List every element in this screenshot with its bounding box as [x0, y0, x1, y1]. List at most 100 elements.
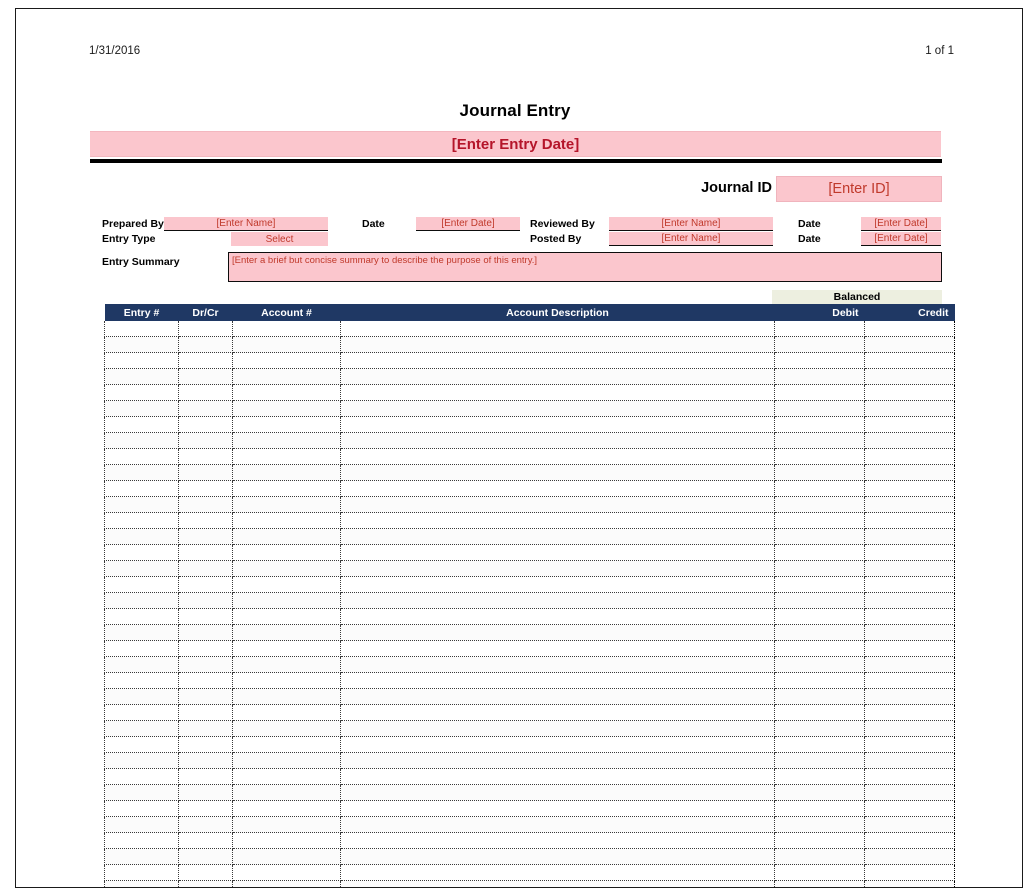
cell-entry-number[interactable]	[105, 769, 179, 785]
cell-entry-number[interactable]	[105, 721, 179, 737]
posted-by-input[interactable]: [Enter Name]	[609, 232, 773, 246]
cell-account-description[interactable]	[341, 401, 775, 417]
cell-dr-cr[interactable]	[179, 753, 233, 769]
cell-account-number[interactable]	[233, 689, 341, 705]
cell-credit[interactable]	[865, 849, 955, 865]
cell-account-number[interactable]	[233, 801, 341, 817]
cell-debit[interactable]	[775, 705, 865, 721]
column-header-dr-cr[interactable]: Dr/Cr	[179, 304, 233, 321]
cell-dr-cr[interactable]	[179, 465, 233, 481]
cell-account-number[interactable]	[233, 673, 341, 689]
cell-debit[interactable]	[775, 833, 865, 849]
cell-credit[interactable]	[865, 481, 955, 497]
cell-dr-cr[interactable]	[179, 817, 233, 833]
cell-entry-number[interactable]	[105, 801, 179, 817]
cell-credit[interactable]	[865, 609, 955, 625]
cell-account-number[interactable]	[233, 417, 341, 433]
cell-dr-cr[interactable]	[179, 641, 233, 657]
cell-entry-number[interactable]	[105, 657, 179, 673]
reviewed-by-input[interactable]: [Enter Name]	[609, 217, 773, 231]
cell-entry-number[interactable]	[105, 417, 179, 433]
cell-dr-cr[interactable]	[179, 481, 233, 497]
cell-debit[interactable]	[775, 513, 865, 529]
cell-account-description[interactable]	[341, 865, 775, 881]
cell-account-description[interactable]	[341, 385, 775, 401]
cell-credit[interactable]	[865, 657, 955, 673]
cell-dr-cr[interactable]	[179, 529, 233, 545]
cell-credit[interactable]	[865, 321, 955, 337]
cell-account-description[interactable]	[341, 513, 775, 529]
cell-debit[interactable]	[775, 561, 865, 577]
cell-dr-cr[interactable]	[179, 433, 233, 449]
cell-dr-cr[interactable]	[179, 721, 233, 737]
cell-entry-number[interactable]	[105, 689, 179, 705]
cell-account-number[interactable]	[233, 721, 341, 737]
cell-credit[interactable]	[865, 721, 955, 737]
cell-entry-number[interactable]	[105, 513, 179, 529]
cell-account-description[interactable]	[341, 625, 775, 641]
cell-debit[interactable]	[775, 449, 865, 465]
cell-account-number[interactable]	[233, 865, 341, 881]
cell-dr-cr[interactable]	[179, 337, 233, 353]
cell-entry-number[interactable]	[105, 497, 179, 513]
cell-entry-number[interactable]	[105, 465, 179, 481]
cell-account-number[interactable]	[233, 353, 341, 369]
cell-entry-number[interactable]	[105, 561, 179, 577]
cell-account-description[interactable]	[341, 705, 775, 721]
cell-debit[interactable]	[775, 689, 865, 705]
cell-account-number[interactable]	[233, 385, 341, 401]
cell-account-number[interactable]	[233, 449, 341, 465]
entry-date-field[interactable]: [Enter Entry Date]	[90, 131, 941, 157]
cell-dr-cr[interactable]	[179, 737, 233, 753]
cell-credit[interactable]	[865, 833, 955, 849]
cell-account-number[interactable]	[233, 529, 341, 545]
entry-type-select[interactable]: Select	[231, 232, 328, 246]
cell-entry-number[interactable]	[105, 449, 179, 465]
cell-entry-number[interactable]	[105, 833, 179, 849]
cell-account-description[interactable]	[341, 593, 775, 609]
cell-credit[interactable]	[865, 753, 955, 769]
cell-dr-cr[interactable]	[179, 401, 233, 417]
cell-dr-cr[interactable]	[179, 577, 233, 593]
cell-debit[interactable]	[775, 337, 865, 353]
column-header-entry-number[interactable]: Entry #	[105, 304, 179, 321]
cell-account-number[interactable]	[233, 465, 341, 481]
cell-account-number[interactable]	[233, 625, 341, 641]
cell-debit[interactable]	[775, 657, 865, 673]
cell-dr-cr[interactable]	[179, 673, 233, 689]
cell-debit[interactable]	[775, 577, 865, 593]
cell-credit[interactable]	[865, 769, 955, 785]
column-header-account-number[interactable]: Account #	[233, 304, 341, 321]
cell-dr-cr[interactable]	[179, 849, 233, 865]
cell-debit[interactable]	[775, 673, 865, 689]
cell-account-number[interactable]	[233, 369, 341, 385]
cell-entry-number[interactable]	[105, 705, 179, 721]
cell-credit[interactable]	[865, 785, 955, 801]
cell-entry-number[interactable]	[105, 577, 179, 593]
cell-entry-number[interactable]	[105, 433, 179, 449]
cell-debit[interactable]	[775, 801, 865, 817]
cell-debit[interactable]	[775, 737, 865, 753]
reviewed-date-input[interactable]: [Enter Date]	[861, 217, 941, 231]
cell-account-description[interactable]	[341, 881, 775, 888]
entry-summary-input[interactable]: [Enter a brief but concise summary to de…	[228, 252, 942, 282]
cell-entry-number[interactable]	[105, 849, 179, 865]
cell-account-description[interactable]	[341, 561, 775, 577]
cell-credit[interactable]	[865, 865, 955, 881]
cell-debit[interactable]	[775, 641, 865, 657]
cell-debit[interactable]	[775, 753, 865, 769]
cell-entry-number[interactable]	[105, 881, 179, 888]
cell-account-description[interactable]	[341, 577, 775, 593]
cell-account-description[interactable]	[341, 849, 775, 865]
cell-credit[interactable]	[865, 577, 955, 593]
cell-dr-cr[interactable]	[179, 353, 233, 369]
cell-debit[interactable]	[775, 865, 865, 881]
cell-credit[interactable]	[865, 737, 955, 753]
cell-entry-number[interactable]	[105, 737, 179, 753]
cell-debit[interactable]	[775, 625, 865, 641]
cell-dr-cr[interactable]	[179, 801, 233, 817]
prepared-date-input[interactable]: [Enter Date]	[416, 217, 520, 231]
cell-debit[interactable]	[775, 353, 865, 369]
cell-account-description[interactable]	[341, 689, 775, 705]
cell-account-description[interactable]	[341, 657, 775, 673]
